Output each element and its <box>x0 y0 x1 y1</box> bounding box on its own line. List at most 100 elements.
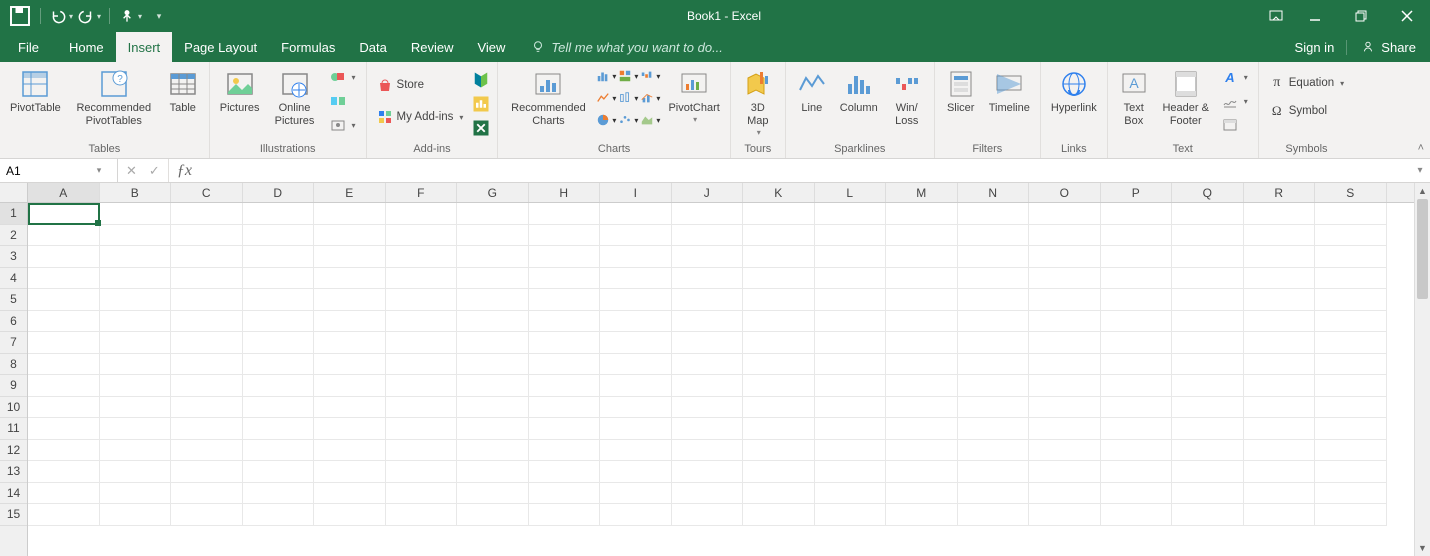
cell[interactable] <box>743 375 815 397</box>
cell[interactable] <box>600 354 672 376</box>
cell[interactable] <box>100 440 172 462</box>
equation-button[interactable]: πEquation▾ <box>1265 72 1348 94</box>
cell[interactable] <box>386 268 458 290</box>
cell[interactable] <box>171 225 243 247</box>
cell[interactable] <box>1315 397 1387 419</box>
cell[interactable] <box>386 418 458 440</box>
cell[interactable] <box>457 203 529 225</box>
cell[interactable] <box>1244 418 1316 440</box>
column-header[interactable]: P <box>1101 183 1173 202</box>
cell[interactable] <box>1029 440 1101 462</box>
visio-addin-icon[interactable] <box>471 118 491 138</box>
sparkline-column-button[interactable]: Column <box>836 66 882 117</box>
cell[interactable] <box>243 203 315 225</box>
cell[interactable] <box>886 375 958 397</box>
cell[interactable] <box>28 268 100 290</box>
cell[interactable] <box>1029 461 1101 483</box>
cell[interactable] <box>1244 461 1316 483</box>
cell[interactable] <box>672 461 744 483</box>
cells-area[interactable] <box>28 203 1414 556</box>
cell[interactable] <box>958 289 1030 311</box>
cell[interactable] <box>1244 483 1316 505</box>
minimize-icon[interactable] <box>1292 0 1338 32</box>
cell[interactable] <box>1172 461 1244 483</box>
row-header[interactable]: 12 <box>0 440 27 462</box>
cell[interactable] <box>1172 354 1244 376</box>
cell[interactable] <box>1029 289 1101 311</box>
cell[interactable] <box>886 440 958 462</box>
cell[interactable] <box>815 504 887 526</box>
signature-line-button[interactable]: ▾ <box>1218 90 1252 112</box>
cell[interactable] <box>457 332 529 354</box>
fx-icon[interactable]: ƒx <box>169 159 200 182</box>
column-header[interactable]: I <box>600 183 672 202</box>
recommended-pivottables-button[interactable]: ? Recommended PivotTables <box>69 66 159 130</box>
cell[interactable] <box>672 225 744 247</box>
column-header[interactable]: R <box>1244 183 1316 202</box>
cell[interactable] <box>1315 504 1387 526</box>
hyperlink-button[interactable]: Hyperlink <box>1047 66 1101 117</box>
column-header[interactable]: H <box>529 183 601 202</box>
cell[interactable] <box>1172 375 1244 397</box>
column-header[interactable]: N <box>958 183 1030 202</box>
cell[interactable] <box>243 332 315 354</box>
cell[interactable] <box>743 311 815 333</box>
textbox-button[interactable]: A Text Box <box>1114 66 1154 130</box>
cell[interactable] <box>314 246 386 268</box>
cell[interactable] <box>314 311 386 333</box>
cell[interactable] <box>1244 397 1316 419</box>
cell[interactable] <box>672 332 744 354</box>
cell[interactable] <box>314 375 386 397</box>
line-chart-icon[interactable]: ▾ <box>596 88 616 108</box>
cell[interactable] <box>886 504 958 526</box>
cell[interactable] <box>100 461 172 483</box>
cell[interactable] <box>743 203 815 225</box>
cell[interactable] <box>1172 225 1244 247</box>
cell[interactable] <box>743 440 815 462</box>
cell[interactable] <box>1101 289 1173 311</box>
tab-home[interactable]: Home <box>57 32 116 62</box>
pivottable-button[interactable]: PivotTable <box>6 66 65 117</box>
cell[interactable] <box>171 289 243 311</box>
cell[interactable] <box>815 203 887 225</box>
cell[interactable] <box>386 483 458 505</box>
cell[interactable] <box>1101 246 1173 268</box>
cell[interactable] <box>28 504 100 526</box>
cell[interactable] <box>314 440 386 462</box>
table-button[interactable]: Table <box>163 66 203 117</box>
cell[interactable] <box>171 375 243 397</box>
cell[interactable] <box>1172 203 1244 225</box>
row-header[interactable]: 4 <box>0 268 27 290</box>
cell[interactable] <box>1315 289 1387 311</box>
cell[interactable] <box>815 225 887 247</box>
cell[interactable] <box>1172 311 1244 333</box>
cell[interactable] <box>815 332 887 354</box>
cell[interactable] <box>958 203 1030 225</box>
cell[interactable] <box>457 461 529 483</box>
cell[interactable] <box>743 397 815 419</box>
cell[interactable] <box>529 354 601 376</box>
cell[interactable] <box>1172 246 1244 268</box>
cell[interactable] <box>1101 354 1173 376</box>
cell[interactable] <box>386 354 458 376</box>
cell[interactable] <box>672 354 744 376</box>
cell[interactable] <box>600 246 672 268</box>
cell[interactable] <box>457 311 529 333</box>
cell[interactable] <box>672 483 744 505</box>
cell[interactable] <box>171 246 243 268</box>
tab-view[interactable]: View <box>465 32 517 62</box>
cell[interactable] <box>243 246 315 268</box>
cancel-formula-icon[interactable]: ✕ <box>126 163 137 179</box>
cell[interactable] <box>457 246 529 268</box>
tab-formulas[interactable]: Formulas <box>269 32 347 62</box>
pie-chart-icon[interactable]: ▾ <box>596 110 616 130</box>
cell[interactable] <box>1315 354 1387 376</box>
row-header[interactable]: 8 <box>0 354 27 376</box>
cell[interactable] <box>672 289 744 311</box>
share-button[interactable]: Share <box>1346 40 1430 55</box>
cell[interactable] <box>672 504 744 526</box>
cell[interactable] <box>1029 504 1101 526</box>
cell[interactable] <box>1315 311 1387 333</box>
cell[interactable] <box>529 375 601 397</box>
cell[interactable] <box>1029 268 1101 290</box>
